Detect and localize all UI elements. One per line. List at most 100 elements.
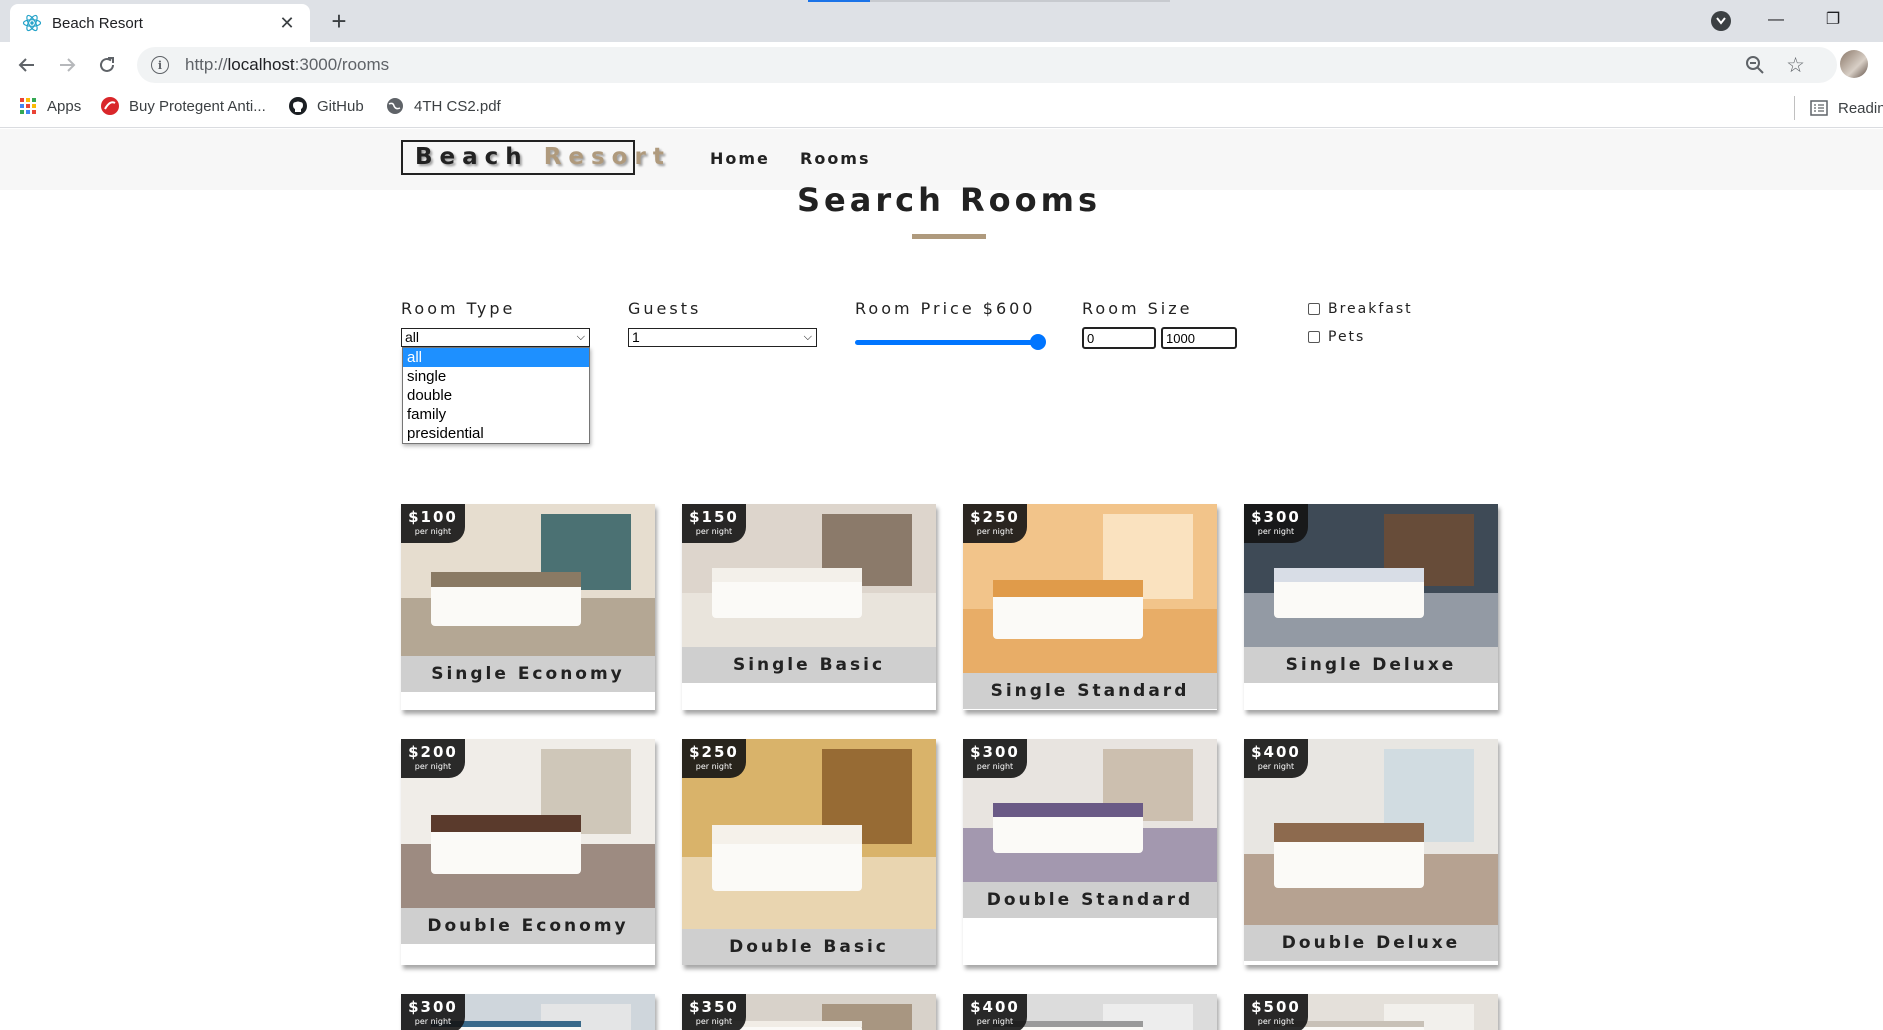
option-family[interactable]: family xyxy=(403,405,589,424)
browser-tab-strip: Beach Resort ✕ + — ❐ xyxy=(0,0,1883,42)
back-icon[interactable] xyxy=(13,51,41,79)
per-night-label: per night xyxy=(414,527,452,536)
price-badge: $500 per night xyxy=(1244,994,1308,1030)
price-badge: $400 per night xyxy=(963,994,1027,1030)
bookmark-github[interactable]: GitHub xyxy=(288,96,364,116)
browser-toolbar: i http://localhost:3000/rooms ☆ xyxy=(0,42,1883,88)
size-max-input[interactable] xyxy=(1161,327,1237,349)
reading-list-button[interactable]: Reading xyxy=(1794,96,1883,120)
room-price: $200 xyxy=(408,743,458,761)
room-price: $150 xyxy=(689,508,739,526)
option-presidential[interactable]: presidential xyxy=(403,424,589,443)
per-night-label: per night xyxy=(695,527,733,536)
room-name[interactable]: Single Economy xyxy=(401,656,655,692)
room-price: $100 xyxy=(408,508,458,526)
breakfast-checkbox[interactable] xyxy=(1308,303,1320,315)
room-type-label: Room Type xyxy=(401,299,516,318)
room-price: $400 xyxy=(970,998,1020,1016)
per-night-label: per night xyxy=(1257,762,1295,771)
price-badge: $100 per night xyxy=(401,504,465,543)
room-name[interactable]: Double Deluxe xyxy=(1244,925,1498,961)
title-underline xyxy=(912,234,986,239)
price-badge: $300 per night xyxy=(963,739,1027,778)
per-night-label: per night xyxy=(976,1017,1014,1026)
nav-home[interactable]: Home xyxy=(710,149,770,168)
profile-avatar[interactable] xyxy=(1840,50,1868,78)
tab-title: Beach Resort xyxy=(52,14,143,32)
room-price: $300 xyxy=(408,998,458,1016)
room-card[interactable]: $350 per night xyxy=(682,994,936,1030)
room-card[interactable]: $400 per night xyxy=(963,994,1217,1030)
room-card[interactable]: $300 per night Double Standard xyxy=(963,739,1217,965)
url-text[interactable]: http://localhost:3000/rooms xyxy=(185,55,389,75)
room-card[interactable]: $150 per night Single Basic xyxy=(682,504,936,710)
page-content: Beach Resort Home Rooms Search Rooms Roo… xyxy=(0,129,1883,1030)
pets-checkbox[interactable] xyxy=(1308,331,1320,343)
page-title: Search Rooms xyxy=(796,181,1101,219)
bookmark-apps[interactable]: Apps xyxy=(18,96,81,116)
room-card[interactable]: $100 per night Single Economy xyxy=(401,504,655,710)
bookmark-pdf[interactable]: 4TH CS2.pdf xyxy=(385,96,501,116)
room-card[interactable]: $250 per night Single Standard xyxy=(963,504,1217,710)
per-night-label: per night xyxy=(976,762,1014,771)
room-name[interactable]: Double Economy xyxy=(401,908,655,944)
size-min-input[interactable] xyxy=(1082,327,1156,349)
price-badge: $200 per night xyxy=(401,739,465,778)
room-size-label: Room Size xyxy=(1082,299,1193,318)
zoom-icon[interactable] xyxy=(1745,55,1765,80)
restore-icon[interactable]: ❐ xyxy=(1810,8,1856,32)
per-night-label: per night xyxy=(695,1017,733,1026)
github-icon xyxy=(288,96,308,116)
per-night-label: per night xyxy=(1257,1017,1295,1026)
room-card[interactable]: $500 per night xyxy=(1244,994,1498,1030)
room-card[interactable]: $250 per night Double Basic xyxy=(682,739,936,965)
minimize-icon[interactable]: — xyxy=(1753,8,1799,32)
per-night-label: per night xyxy=(414,1017,452,1026)
new-tab-button[interactable]: + xyxy=(325,8,353,34)
per-night-label: per night xyxy=(1257,527,1295,536)
option-double[interactable]: double xyxy=(403,386,589,405)
globe-icon xyxy=(385,96,405,116)
room-card[interactable]: $300 per night xyxy=(401,994,655,1030)
room-name[interactable]: Single Basic xyxy=(682,647,936,683)
site-logo[interactable]: Beach Resort xyxy=(401,140,664,175)
tab-close-icon[interactable]: ✕ xyxy=(276,13,298,34)
room-card[interactable]: $200 per night Double Economy xyxy=(401,739,655,965)
site-info-icon[interactable]: i xyxy=(151,56,169,74)
react-favicon-icon xyxy=(22,13,42,33)
reload-icon[interactable] xyxy=(93,51,121,79)
room-name[interactable]: Single Deluxe xyxy=(1244,647,1498,683)
room-type-options: all single double family presidential xyxy=(402,347,590,444)
option-all[interactable]: all xyxy=(403,348,589,367)
room-name[interactable]: Double Standard xyxy=(963,882,1217,918)
slider-thumb[interactable] xyxy=(1030,334,1046,350)
tab-search-icon[interactable] xyxy=(1711,11,1731,31)
room-price: $300 xyxy=(970,743,1020,761)
bookmarks-bar: Apps Buy Protegent Anti... GitHub 4TH CS… xyxy=(0,88,1883,128)
loading-indicator xyxy=(808,0,870,2)
room-type-select[interactable]: all ⌵ xyxy=(401,328,590,347)
guests-select[interactable]: 1 ⌵ xyxy=(628,328,817,347)
nav-rooms[interactable]: Rooms xyxy=(800,149,871,168)
per-night-label: per night xyxy=(695,762,733,771)
bookmark-protegent[interactable]: Buy Protegent Anti... xyxy=(100,96,266,116)
room-price: $400 xyxy=(1251,743,1301,761)
breakfast-checkbox-row[interactable]: Breakfast xyxy=(1308,301,1413,317)
protegent-logo-icon xyxy=(100,96,120,116)
price-badge: $150 per night xyxy=(682,504,746,543)
bookmark-star-icon[interactable]: ☆ xyxy=(1786,53,1805,78)
per-night-label: per night xyxy=(414,762,452,771)
room-name[interactable]: Single Standard xyxy=(963,673,1217,709)
room-card[interactable]: $400 per night Double Deluxe xyxy=(1244,739,1498,965)
browser-tab[interactable]: Beach Resort ✕ xyxy=(10,4,310,42)
room-card[interactable]: $300 per night Single Deluxe xyxy=(1244,504,1498,710)
price-slider[interactable] xyxy=(855,334,1046,350)
price-badge: $300 per night xyxy=(401,994,465,1030)
address-bar[interactable]: i http://localhost:3000/rooms ☆ xyxy=(137,47,1837,83)
price-badge: $300 per night xyxy=(1244,504,1308,543)
price-badge: $400 per night xyxy=(1244,739,1308,778)
room-name[interactable]: Double Basic xyxy=(682,929,936,965)
pets-checkbox-row[interactable]: Pets xyxy=(1308,329,1365,345)
forward-icon[interactable] xyxy=(53,51,81,79)
option-single[interactable]: single xyxy=(403,367,589,386)
